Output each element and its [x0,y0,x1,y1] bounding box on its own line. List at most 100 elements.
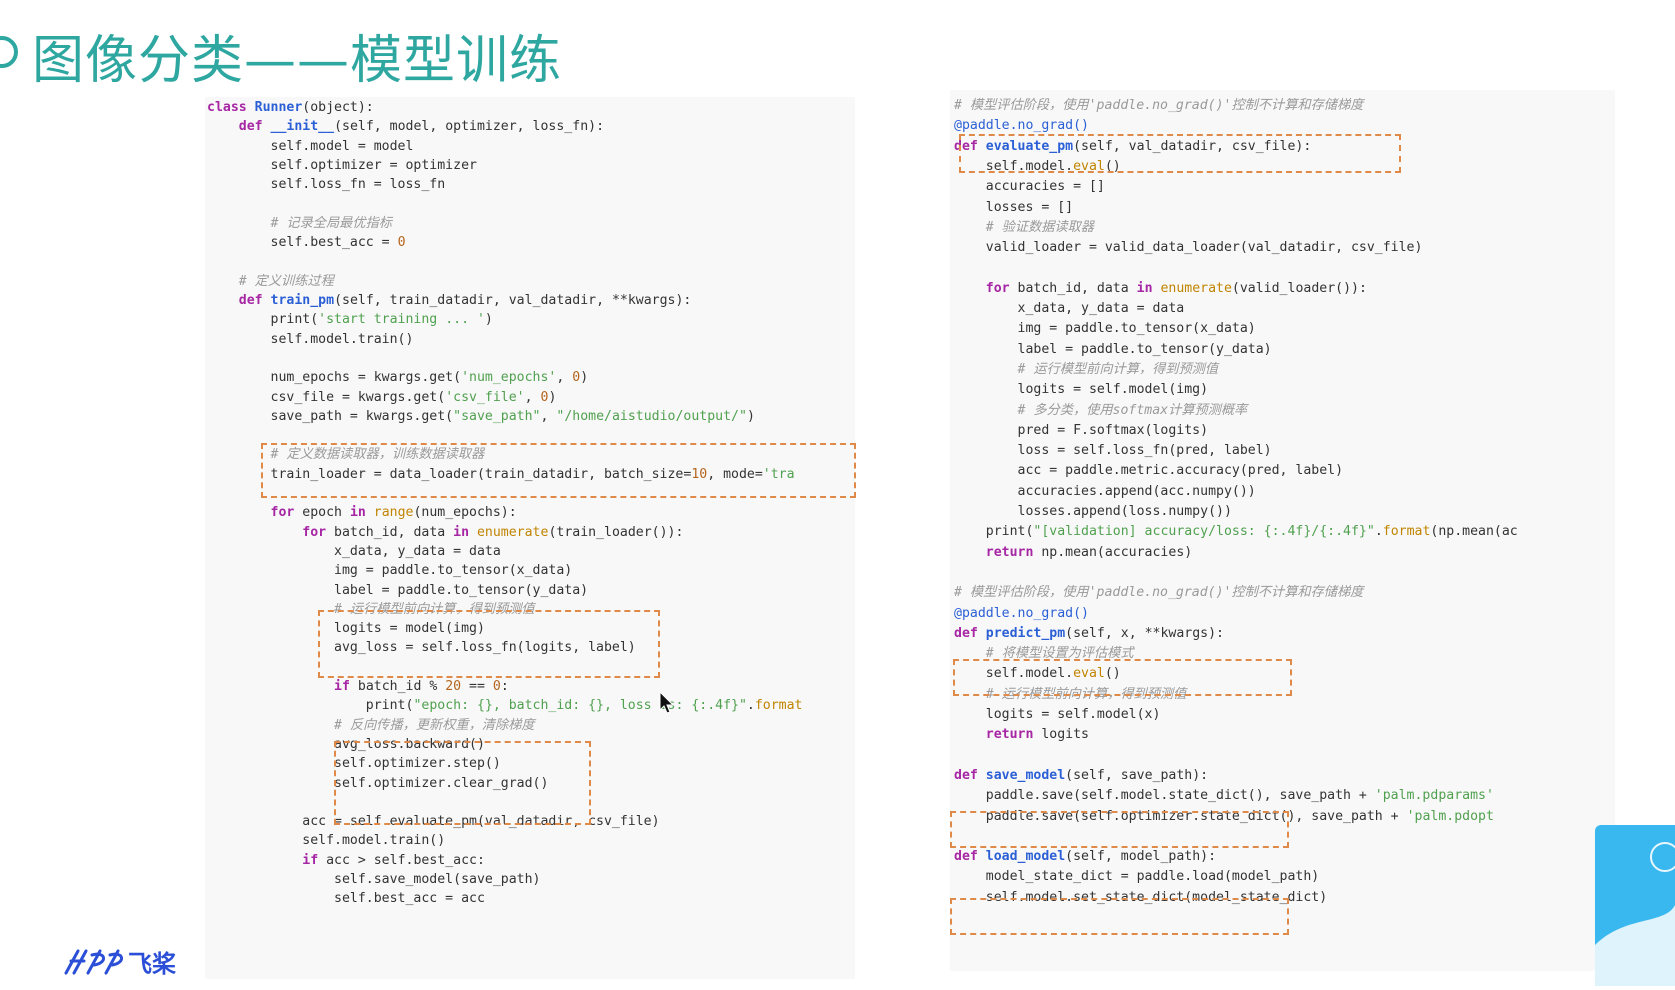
code-token: return [985,727,1042,743]
code-line: self.loss_fn = loss_fn [207,175,446,195]
code-line: return logits [954,725,1089,745]
code-line: def __init__(self, model, optimizer, los… [207,117,604,137]
code-token: in [1136,280,1161,296]
code-token: ) [548,389,557,405]
code-token: # 模型评估阶段，使用'paddle.no_grad()'控制不计算和存储梯度 [954,585,1364,601]
code-line: logits = self.model(x) [954,705,1161,725]
code-line: csv_file = kwargs.get('csv_file', 0) [207,388,557,408]
code-token: Runner [254,100,303,115]
code-token: "/home/aistudio/output/" [556,408,747,424]
code-token: self.best_acc = [207,235,398,251]
code-token: save_path = kwargs.get( [207,408,454,424]
code-token: self.model = model [207,138,414,154]
code-token: accuracies = [] [954,179,1105,195]
code-token: def [954,767,986,783]
code-token: (train_loader()): [548,524,684,540]
code-token: np.mean(accuracies) [1041,544,1193,560]
highlight-box-backward [334,741,591,825]
code-line: num_epochs = kwargs.get('num_epochs', 0) [207,368,589,388]
code-token: losses.append(loss.numpy()) [954,504,1232,519]
code-line: losses.append(loss.numpy()) [954,502,1232,522]
code-token: label = paddle.to_tensor(y_data) [954,341,1272,357]
code-line: valid_loader = valid_data_loader(val_dat… [954,238,1423,258]
code-token: ) [580,370,589,386]
code-line: x_data, y_data = data [954,299,1185,319]
code-line: self.save_model(save_path) [207,870,540,890]
code-line: paddle.save(self.model.state_dict(), sav… [954,786,1494,806]
code-line: # 多分类，使用softmax计算预测概率 [954,401,1248,421]
code-line: model_state_dict = paddle.load(model_pat… [954,867,1319,887]
code-line: x_data, y_data = data [207,542,501,562]
code-token: model_state_dict = paddle.load(model_pat… [954,869,1320,885]
code-token: train_pm [270,293,335,308]
code-token: def [238,293,271,308]
code-token: enumerate [1160,280,1232,296]
slide-title: 图像分类——模型训练 [32,31,563,91]
code-line: for batch_id, data in enumerate(train_lo… [207,523,683,543]
code-line: img = paddle.to_tensor(x_data) [954,319,1256,339]
logo-text: 飞桨 [128,950,176,978]
code-token: format [754,698,803,714]
code-token: save_model [985,767,1066,783]
code-line: pred = F.softmax(logits) [954,421,1209,441]
code-token: batch_id % [357,679,446,694]
code-token: self.loss_fn = loss_fn [207,177,446,193]
code-token: : [500,679,509,694]
code-token: def [954,849,986,865]
code-token: for [302,524,335,540]
code-line: def save_model(self, save_path): [954,766,1208,786]
code-token: # 运行模型前向计算，得到预测值 [1017,361,1219,377]
code-token: enumerate [476,524,549,540]
code-token: csv_file = kwargs.get( [207,389,446,405]
code-line: class Runner(object): [207,98,374,118]
highlight-box-evaluate [959,134,1401,173]
code-token: 0 [572,370,581,386]
code-line: self.model.train() [207,831,445,851]
code-token: load_model [985,849,1066,865]
code-line: self.optimizer = optimizer [207,156,477,176]
code-line: if batch_id % 20 == 0: [207,677,509,697]
code-token: pred = F.softmax(logits) [954,422,1209,438]
code-token: (object): [302,100,374,115]
code-line: # 记录全局最优指标 [207,214,392,234]
code-line: # 模型评估阶段，使用'paddle.no_grad()'控制不计算和存储梯度 [954,96,1363,116]
code-token: @paddle.no_grad() [954,605,1089,621]
code-token: for [270,505,303,521]
code-token: (self, model, optimizer, loss_fn): [334,119,605,135]
code-token: "epoch: {}, batch_id: {}, loss is: {:.4f… [413,698,747,714]
code-token: (self, x, **kwargs): [1065,625,1224,641]
code-token: return [985,544,1042,560]
code-token: predict_pm [985,625,1066,641]
code-token: def [238,119,271,135]
code-token: x_data, y_data = data [954,301,1185,316]
code-line: loss = self.loss_fn(pred, label) [954,441,1272,461]
code-line: print("[validation] accuracy/loss: {:.4f… [954,522,1518,542]
code-panel-left: class Runner(object): def __init__(self,… [205,97,855,979]
code-token: , [524,389,541,405]
highlight-box-forward [318,610,660,678]
code-token: @paddle.no_grad() [954,118,1089,134]
code-token: in [453,524,477,540]
code-token: # 记录全局最优指标 [270,215,392,231]
code-token: # 定义训练过程 [238,273,334,289]
code-token: self.optimizer = optimizer [207,157,477,173]
code-token: # 模型评估阶段，使用'paddle.no_grad()'控制不计算和存储梯度 [954,98,1364,113]
code-token: logits [1041,727,1089,743]
decorative-corner-shape [1595,825,1675,986]
code-token: 'start training ... ' [318,312,485,328]
code-token: acc = paddle.metric.accuracy(pred, label… [954,463,1344,479]
code-line: acc = paddle.metric.accuracy(pred, label… [954,461,1344,481]
code-token: # 多分类，使用softmax计算预测概率 [1017,402,1248,418]
code-token: in [349,505,374,521]
code-token: # 反向传播，更新权重，清除梯度 [334,717,535,733]
code-line: # 验证数据读取器 [954,218,1094,238]
code-token: (self, train_datadir, val_datadir, **kwa… [334,293,692,308]
code-token: batch_id, data [334,524,454,540]
code-line: # 模型评估阶段，使用'paddle.no_grad()'控制不计算和存储梯度 [954,583,1363,603]
